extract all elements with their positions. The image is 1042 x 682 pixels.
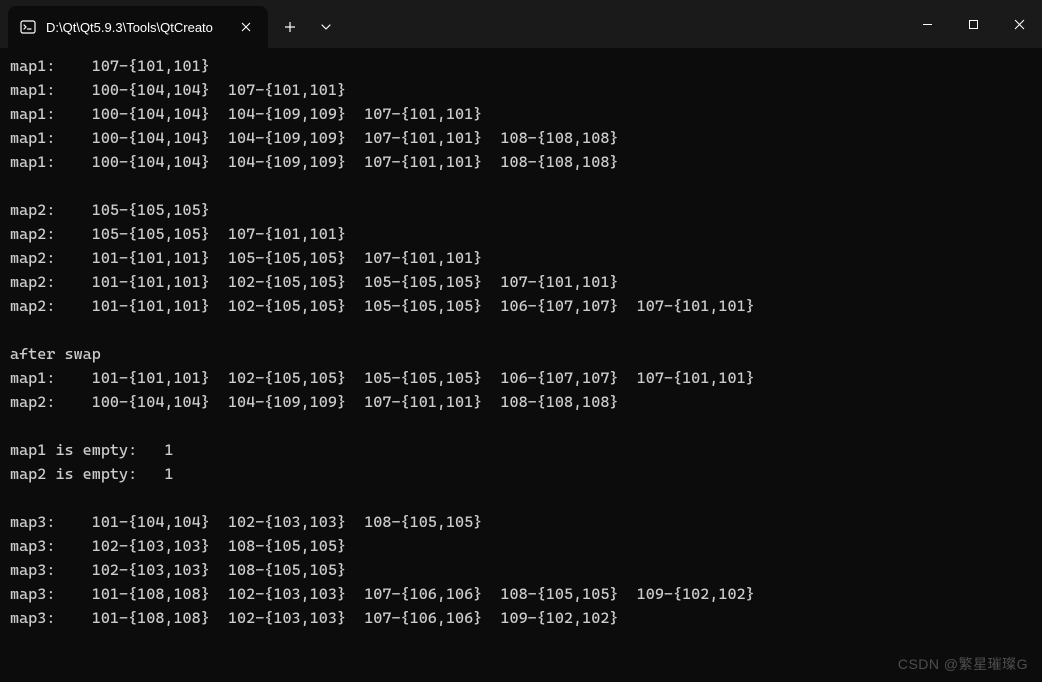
terminal-tab[interactable]: D:\Qt\Qt5.9.3\Tools\QtCreato — [8, 6, 268, 48]
terminal-line: map3: 101-{108,108} 102-{103,103} 107-{1… — [10, 582, 1032, 606]
minimize-button[interactable] — [904, 0, 950, 48]
watermark: CSDN @繁星璀璨G — [898, 654, 1028, 674]
terminal-icon — [20, 19, 36, 35]
terminal-line: map1: 100-{104,104} 107-{101,101} — [10, 78, 1032, 102]
terminal-line: map1: 100-{104,104} 104-{109,109} 107-{1… — [10, 126, 1032, 150]
tab-dropdown-button[interactable] — [308, 6, 344, 48]
close-button[interactable] — [996, 0, 1042, 48]
terminal-line: map2: 101-{101,101} 105-{105,105} 107-{1… — [10, 246, 1032, 270]
window-controls — [904, 0, 1042, 48]
terminal-line — [10, 318, 1032, 342]
terminal-line — [10, 174, 1032, 198]
titlebar-spacer — [344, 0, 904, 48]
terminal-line: map2: 105-{105,105} 107-{101,101} — [10, 222, 1032, 246]
terminal-line: map3: 102-{103,103} 108-{105,105} — [10, 558, 1032, 582]
terminal-line: map2: 101-{101,101} 102-{105,105} 105-{1… — [10, 270, 1032, 294]
terminal-line: map2: 105-{105,105} — [10, 198, 1032, 222]
terminal-line: map3: 102-{103,103} 108-{105,105} — [10, 534, 1032, 558]
tab-title: D:\Qt\Qt5.9.3\Tools\QtCreato — [46, 20, 226, 35]
terminal-line: map1 is empty: 1 — [10, 438, 1032, 462]
maximize-button[interactable] — [950, 0, 996, 48]
terminal-line: map1: 100-{104,104} 104-{109,109} 107-{1… — [10, 150, 1032, 174]
terminal-line: map2: 100-{104,104} 104-{109,109} 107-{1… — [10, 390, 1032, 414]
terminal-line: map1: 100-{104,104} 104-{109,109} 107-{1… — [10, 102, 1032, 126]
window-titlebar: D:\Qt\Qt5.9.3\Tools\QtCreato — [0, 0, 1042, 48]
terminal-line: map1: 101-{101,101} 102-{105,105} 105-{1… — [10, 366, 1032, 390]
terminal-line: map3: 101-{108,108} 102-{103,103} 107-{1… — [10, 606, 1032, 630]
terminal-line — [10, 414, 1032, 438]
terminal-line: map1: 107-{101,101} — [10, 54, 1032, 78]
terminal-line — [10, 486, 1032, 510]
terminal-line: after swap — [10, 342, 1032, 366]
terminal-line: map3: 101-{104,104} 102-{103,103} 108-{1… — [10, 510, 1032, 534]
tab-container: D:\Qt\Qt5.9.3\Tools\QtCreato — [0, 0, 344, 48]
terminal-line: map2 is empty: 1 — [10, 462, 1032, 486]
tab-close-button[interactable] — [236, 17, 256, 37]
new-tab-button[interactable] — [272, 6, 308, 48]
terminal-output[interactable]: map1: 107-{101,101}map1: 100-{104,104} 1… — [0, 48, 1042, 636]
terminal-line: map2: 101-{101,101} 102-{105,105} 105-{1… — [10, 294, 1032, 318]
